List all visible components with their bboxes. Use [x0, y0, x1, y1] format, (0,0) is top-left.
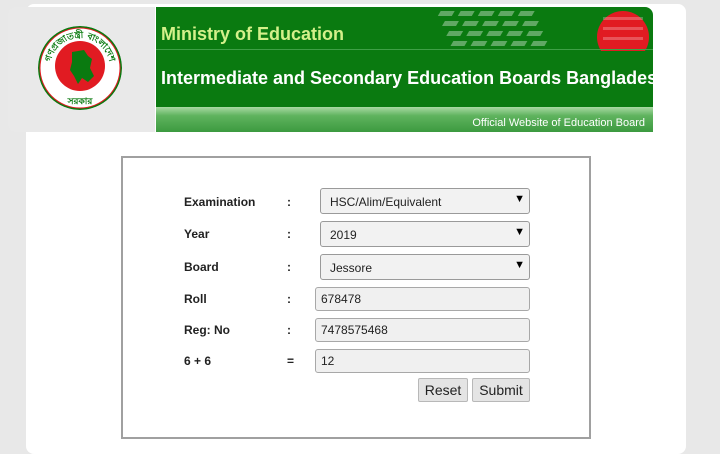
roll-input[interactable]: 678478 [315, 287, 530, 311]
year-label: Year [184, 227, 210, 241]
examination-select-value: HSC/Alim/Equivalent [330, 195, 442, 209]
site-header: গণপ্রজাতন্ত্রী বাংলাদেশ সরকার Ministry o… [8, 7, 653, 132]
ministry-title: Ministry of Education [161, 24, 345, 44]
captcha-equals: = [287, 354, 295, 368]
year-colon: : [287, 227, 291, 241]
board-label: Board [184, 260, 219, 274]
examination-colon: : [287, 195, 291, 209]
official-website-link[interactable]: Official Website of Education Board [472, 117, 645, 129]
roll-label: Roll [184, 292, 207, 306]
reg-no-colon: : [287, 323, 291, 337]
roll-colon: : [287, 292, 291, 306]
submit-button[interactable]: Submit [472, 378, 530, 402]
chevron-down-icon: ▼ [514, 259, 525, 271]
board-colon: : [287, 260, 291, 274]
examination-label: Examination [184, 195, 256, 209]
banner-decoration-graphic [437, 11, 649, 51]
board-select-value: Jessore [330, 261, 373, 275]
captcha-question-label: 6 + 6 [184, 354, 212, 368]
logo-panel: গণপ্রজাতন্ত্রী বাংলাদেশ সরকার [8, 7, 155, 132]
captcha-answer-input[interactable]: 12 [315, 349, 530, 373]
header-divider [156, 49, 653, 50]
board-title: Intermediate and Secondary Education Boa… [161, 68, 653, 88]
year-select-value: 2019 [330, 228, 357, 242]
government-seal-logo: গণপ্রজাতন্ত্রী বাংলাদেশ সরকার [38, 26, 122, 110]
chevron-down-icon: ▼ [514, 193, 525, 205]
reg-no-input[interactable]: 7478575468 [315, 318, 530, 342]
reset-button[interactable]: Reset [418, 378, 468, 402]
year-select[interactable]: 2019 ▼ [320, 221, 530, 247]
header-banner: Ministry of Education Intermediate and S… [156, 7, 653, 132]
board-select[interactable]: Jessore ▼ [320, 254, 530, 280]
reg-no-label: Reg: No [184, 323, 230, 337]
svg-text:সরকার: সরকার [67, 97, 94, 107]
examination-select[interactable]: HSC/Alim/Equivalent ▼ [320, 188, 530, 214]
chevron-down-icon: ▼ [514, 226, 525, 238]
